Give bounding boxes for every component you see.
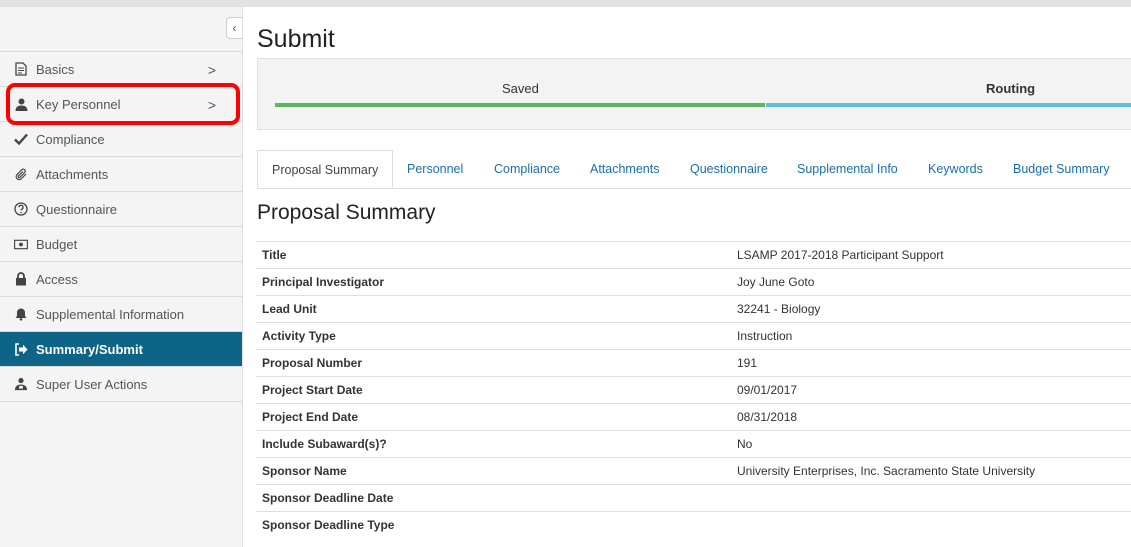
person-icon xyxy=(14,97,28,111)
sidebar-item-supplemental-information[interactable]: Supplemental Information xyxy=(0,297,242,332)
row-value: 09/01/2017 xyxy=(731,376,1131,404)
row-label: Proposal Number xyxy=(256,349,731,377)
status-progress-panel: Saved Routing xyxy=(257,58,1131,130)
sidebar-item-label: Supplemental Information xyxy=(36,306,185,322)
tab-supplemental-info[interactable]: Supplemental Info xyxy=(797,150,898,188)
table-row: Project Start Date 09/01/2017 xyxy=(256,376,1131,404)
sidebar-item-label: Questionnaire xyxy=(36,201,117,217)
tab-personnel[interactable]: Personnel xyxy=(407,150,463,188)
status-bar-saved xyxy=(275,103,765,107)
row-label: Project Start Date xyxy=(256,376,731,404)
sidebar-item-compliance[interactable]: Compliance xyxy=(0,122,242,157)
table-row: Project End Date 08/31/2018 xyxy=(256,403,1131,431)
tab-questionnaire[interactable]: Questionnaire xyxy=(690,150,768,188)
row-value: Joy June Goto xyxy=(731,268,1131,296)
status-step-saved: Saved xyxy=(502,81,539,96)
row-value: 32241 - Biology xyxy=(731,295,1131,323)
sidebar-item-label: Access xyxy=(36,271,78,287)
sidebar-item-label: Summary/Submit xyxy=(36,341,143,357)
row-value xyxy=(731,511,1131,538)
row-label: Sponsor Deadline Type xyxy=(256,511,731,538)
tab-attachments[interactable]: Attachments xyxy=(590,150,659,188)
check-icon xyxy=(14,132,28,146)
sidebar-item-label: Basics xyxy=(36,61,75,77)
table-row: Activity Type Instruction xyxy=(256,322,1131,350)
sidebar-item-label: Key Personnel xyxy=(36,96,121,112)
sidebar: ‹ Basics > Key Personnel > Compliance At… xyxy=(0,7,243,547)
summary-tabs: Proposal Summary Personnel Compliance At… xyxy=(257,150,1131,189)
top-strip xyxy=(0,0,1131,7)
sidebar-item-access[interactable]: Access xyxy=(0,262,242,297)
row-label: Lead Unit xyxy=(256,295,731,323)
table-row: Principal Investigator Joy June Goto xyxy=(256,268,1131,296)
page-title: Submit xyxy=(257,25,335,53)
sidebar-item-budget[interactable]: Budget xyxy=(0,227,242,262)
sidebar-nav: Basics > Key Personnel > Compliance Atta… xyxy=(0,51,242,402)
chevron-right-icon: > xyxy=(207,62,216,78)
sidebar-collapse-button[interactable]: ‹ xyxy=(226,17,242,39)
document-icon xyxy=(14,62,28,76)
table-row: Sponsor Deadline Date xyxy=(256,484,1131,512)
paperclip-icon xyxy=(14,167,28,181)
sidebar-item-key-personnel[interactable]: Key Personnel > xyxy=(0,87,242,122)
sidebar-item-label: Attachments xyxy=(36,166,109,182)
table-row: Lead Unit 32241 - Biology xyxy=(256,295,1131,323)
sidebar-item-label: Super User Actions xyxy=(36,376,148,392)
tab-compliance[interactable]: Compliance xyxy=(494,150,560,188)
sidebar-item-label: Compliance xyxy=(36,131,105,147)
row-value: No xyxy=(731,430,1131,458)
table-row: Sponsor Deadline Type xyxy=(256,511,1131,538)
table-row: Title LSAMP 2017-2018 Participant Support xyxy=(256,241,1131,269)
sidebar-item-questionnaire[interactable]: Questionnaire xyxy=(0,192,242,227)
tab-budget-summary[interactable]: Budget Summary xyxy=(1013,150,1110,188)
status-bar-routing xyxy=(766,103,1131,107)
tab-proposal-summary[interactable]: Proposal Summary xyxy=(257,150,394,188)
row-value: LSAMP 2017-2018 Participant Support xyxy=(731,241,1131,269)
sign-out-icon xyxy=(14,342,28,356)
sidebar-item-summary-submit[interactable]: Summary/Submit xyxy=(0,332,242,367)
sidebar-item-basics[interactable]: Basics > xyxy=(0,52,242,87)
row-label: Project End Date xyxy=(256,403,731,431)
lock-icon xyxy=(14,272,28,286)
row-label: Title xyxy=(256,241,731,269)
table-row: Proposal Number 191 xyxy=(256,349,1131,377)
table-row: Sponsor Name University Enterprises, Inc.… xyxy=(256,457,1131,485)
row-label: Sponsor Name xyxy=(256,457,731,485)
sidebar-item-attachments[interactable]: Attachments xyxy=(0,157,242,192)
row-label: Principal Investigator xyxy=(256,268,731,296)
row-label: Activity Type xyxy=(256,322,731,350)
chevron-right-icon: > xyxy=(207,97,216,113)
status-step-routing: Routing xyxy=(986,81,1036,96)
row-value: Instruction xyxy=(731,322,1131,350)
money-icon xyxy=(14,237,28,251)
row-label: Sponsor Deadline Date xyxy=(256,484,731,512)
row-label: Include Subaward(s)? xyxy=(256,430,731,458)
table-row: Include Subaward(s)? No xyxy=(256,430,1131,458)
sidebar-item-super-user-actions[interactable]: Super User Actions xyxy=(0,367,242,402)
row-value: University Enterprises, Inc. Sacramento … xyxy=(731,457,1131,485)
question-circle-icon xyxy=(14,202,28,216)
bell-icon xyxy=(14,307,28,321)
proposal-summary-table: Title LSAMP 2017-2018 Participant Support… xyxy=(256,241,1131,538)
section-title: Proposal Summary xyxy=(257,201,436,224)
tab-keywords[interactable]: Keywords xyxy=(928,150,983,188)
row-value xyxy=(731,484,1131,512)
row-value: 08/31/2018 xyxy=(731,403,1131,431)
sidebar-item-label: Budget xyxy=(36,236,78,252)
row-value: 191 xyxy=(731,349,1131,377)
super-user-icon xyxy=(14,377,28,391)
